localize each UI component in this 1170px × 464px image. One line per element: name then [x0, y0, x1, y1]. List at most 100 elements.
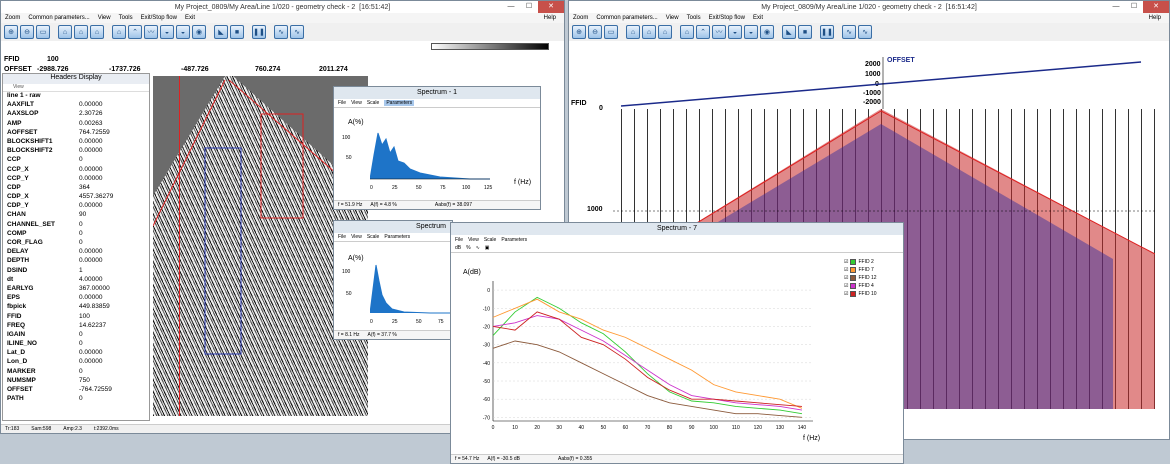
- menu-exit-stop-flow[interactable]: Exit/Stop flow: [709, 15, 745, 21]
- header-row: ILINE_NO 0: [3, 340, 149, 349]
- maximize-icon[interactable]: ☐: [1125, 1, 1143, 13]
- disk-icon[interactable]: ◉: [192, 25, 206, 39]
- spectrum-2-xtick-25: 25: [392, 319, 398, 325]
- offset-header-plot: OFFSET 2000 1000 0 -1000 -2000: [569, 53, 1169, 109]
- menu-file[interactable]: File: [455, 237, 463, 243]
- house-icon[interactable]: ⌂: [58, 25, 72, 39]
- legend-item[interactable]: ☑ FFID 10: [844, 290, 884, 298]
- screen-icon[interactable]: ▭: [36, 25, 50, 39]
- header-field-name: CCP_X: [7, 165, 29, 173]
- legend-label: FFID 10: [858, 291, 877, 297]
- home-alt-icon[interactable]: ⌂: [658, 25, 672, 39]
- menu-zoom[interactable]: Zoom: [5, 15, 20, 21]
- menu-file[interactable]: File: [338, 100, 346, 106]
- legend-checkbox-icon[interactable]: ☑: [844, 283, 848, 289]
- x-tick-label: 90: [689, 425, 695, 431]
- legend-item[interactable]: ☑ FFID 2: [844, 258, 884, 266]
- car-alt-icon[interactable]: ◒: [176, 25, 190, 39]
- stop-icon[interactable]: ■: [798, 25, 812, 39]
- wave-icon[interactable]: 〰: [144, 25, 158, 39]
- home-icon[interactable]: ⌂: [74, 25, 88, 39]
- wave-up-icon[interactable]: ⌃: [696, 25, 710, 39]
- close-icon[interactable]: ✕: [538, 1, 564, 13]
- home-nav-icon[interactable]: ⌂: [680, 25, 694, 39]
- menu-exit[interactable]: Exit: [185, 15, 195, 21]
- close-icon[interactable]: ✕: [1143, 1, 1169, 13]
- zoom-in-icon[interactable]: ⊕: [572, 25, 586, 39]
- menu-view[interactable]: View: [666, 15, 679, 21]
- db-scale-icon[interactable]: dB: [455, 245, 461, 251]
- menu-exit-stop-flow[interactable]: Exit/Stop flow: [141, 15, 177, 21]
- zoom-out-icon[interactable]: ⊖: [588, 25, 602, 39]
- wave-up-icon[interactable]: ⌃: [128, 25, 142, 39]
- menu-parameters[interactable]: Parameters: [384, 234, 410, 240]
- menu-parameters[interactable]: Parameters: [501, 237, 527, 243]
- header-field-value: 0: [79, 229, 83, 237]
- legend-checkbox-icon[interactable]: ☑: [844, 267, 848, 273]
- menu-view[interactable]: View: [351, 100, 362, 106]
- header-row: EPS 0.00000: [3, 294, 149, 303]
- minimize-icon[interactable]: —: [1107, 1, 1125, 13]
- legend-item[interactable]: ☑ FFID 4: [844, 282, 884, 290]
- spectrum-alt-icon[interactable]: ∿: [858, 25, 872, 39]
- save-icon[interactable]: ▣: [485, 245, 490, 251]
- legend-item[interactable]: ☑ FFID 7: [844, 266, 884, 274]
- legend-item[interactable]: ☑ FFID 12: [844, 274, 884, 282]
- menu-scale[interactable]: Scale: [484, 237, 497, 243]
- header-field-name: MARKER: [7, 367, 36, 375]
- legend-checkbox-icon[interactable]: ☑: [844, 275, 848, 281]
- menu-parameters[interactable]: Parameters: [384, 100, 415, 106]
- car-alt-icon[interactable]: ◒: [744, 25, 758, 39]
- spectrum-1-xtick-100: 100: [462, 185, 471, 191]
- menu-view[interactable]: View: [468, 237, 479, 243]
- minimize-icon[interactable]: —: [502, 1, 520, 13]
- phase-icon[interactable]: ∿: [476, 245, 480, 251]
- menu-view[interactable]: View: [98, 15, 111, 21]
- spectrum-icon[interactable]: ∿: [842, 25, 856, 39]
- header-field-value: 0.00000: [79, 257, 103, 265]
- legend-swatch: [850, 275, 857, 281]
- maximize-icon[interactable]: ☐: [520, 1, 538, 13]
- screen-icon[interactable]: ▭: [604, 25, 618, 39]
- home-nav-icon[interactable]: ⌂: [112, 25, 126, 39]
- menu-exit[interactable]: Exit: [753, 15, 763, 21]
- pause-icon[interactable]: ❚❚: [820, 25, 834, 39]
- header-field-name: FFID: [7, 312, 22, 320]
- spectrum-icon[interactable]: ∿: [274, 25, 288, 39]
- pause-icon[interactable]: ❚❚: [252, 25, 266, 39]
- menu-common-parameters[interactable]: Common parameters...: [596, 15, 657, 21]
- ramp-icon[interactable]: ◣: [214, 25, 228, 39]
- legend-checkbox-icon[interactable]: ☑: [844, 291, 848, 297]
- menu-scale[interactable]: Scale: [367, 234, 380, 240]
- menu-help[interactable]: Help: [1149, 15, 1161, 21]
- menu-zoom[interactable]: Zoom: [573, 15, 588, 21]
- wave-icon[interactable]: 〰: [712, 25, 726, 39]
- disk-icon[interactable]: ◉: [760, 25, 774, 39]
- zoom-in-icon[interactable]: ⊕: [4, 25, 18, 39]
- menu-tools[interactable]: Tools: [119, 15, 133, 21]
- car-icon[interactable]: ◒: [728, 25, 742, 39]
- menu-view[interactable]: View: [351, 234, 362, 240]
- home-alt-icon[interactable]: ⌂: [90, 25, 104, 39]
- menu-scale[interactable]: Scale: [367, 100, 380, 106]
- zoom-out-icon[interactable]: ⊖: [20, 25, 34, 39]
- x-tick-label: 10: [512, 425, 518, 431]
- menu-common-parameters[interactable]: Common parameters...: [28, 15, 89, 21]
- menu-file[interactable]: File: [338, 234, 346, 240]
- menu-tools[interactable]: Tools: [687, 15, 701, 21]
- spectrum-2-xtick-75: 75: [438, 319, 444, 325]
- ramp-icon[interactable]: ◣: [782, 25, 796, 39]
- home-icon[interactable]: ⌂: [642, 25, 656, 39]
- header-field-value: 0: [79, 330, 83, 338]
- headers-view-menu[interactable]: View: [3, 84, 149, 92]
- stop-icon[interactable]: ■: [230, 25, 244, 39]
- percent-scale-icon[interactable]: %: [466, 245, 470, 251]
- house-icon[interactable]: ⌂: [626, 25, 640, 39]
- x-tick-label: 60: [623, 425, 629, 431]
- car-icon[interactable]: ◒: [160, 25, 174, 39]
- spectrum-alt-icon[interactable]: ∿: [290, 25, 304, 39]
- left-menubar: Zoom Common parameters... View Tools Exi…: [1, 13, 564, 23]
- header-field-value: 0: [79, 367, 83, 375]
- legend-checkbox-icon[interactable]: ☑: [844, 259, 848, 265]
- menu-help[interactable]: Help: [544, 15, 556, 21]
